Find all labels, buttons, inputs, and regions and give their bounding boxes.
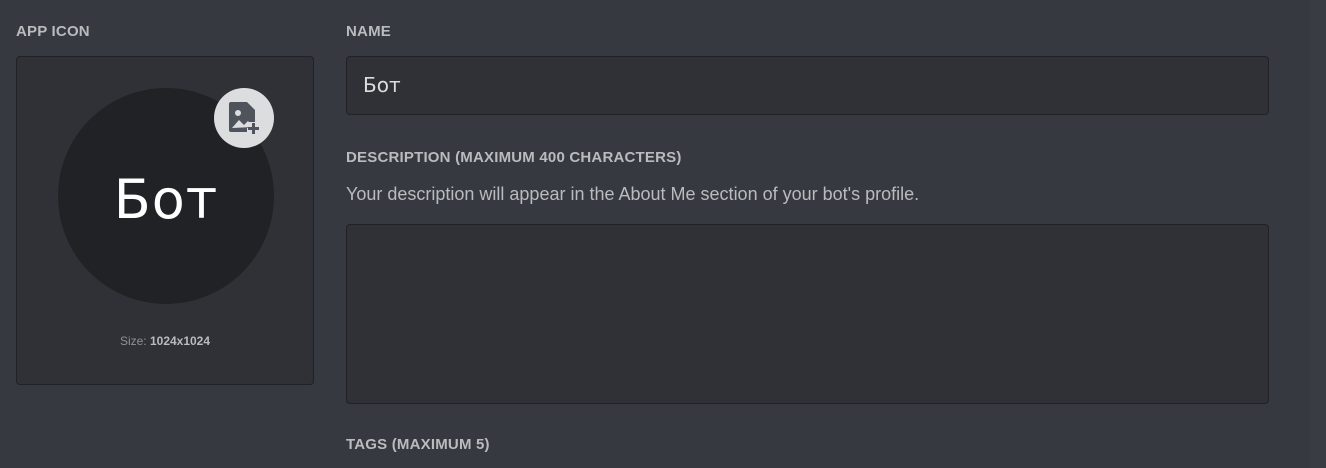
image-add-icon bbox=[229, 102, 259, 134]
description-help-text: Your description will appear in the Abou… bbox=[346, 184, 920, 204]
size-prefix: Size: bbox=[119, 334, 150, 348]
avatar-text: Бот bbox=[113, 167, 219, 231]
name-input[interactable]: Бот bbox=[346, 56, 1269, 115]
name-label: NAME bbox=[346, 23, 391, 40]
size-value: 1024x1024 bbox=[149, 334, 211, 348]
scrollbar-track[interactable] bbox=[1310, 0, 1326, 468]
size-info: Size: 1024x1024 bbox=[17, 334, 313, 348]
app-icon-label: APP ICON bbox=[16, 23, 90, 40]
tags-label: TAGS (MAXIMUM 5) bbox=[346, 436, 490, 453]
upload-image-button[interactable] bbox=[214, 88, 274, 148]
description-label: DESCRIPTION (MAXIMUM 400 CHARACTERS) bbox=[346, 149, 682, 166]
app-icon-panel[interactable]: Бот Size: 1024x1024 bbox=[16, 56, 314, 385]
description-textarea[interactable] bbox=[346, 224, 1269, 404]
